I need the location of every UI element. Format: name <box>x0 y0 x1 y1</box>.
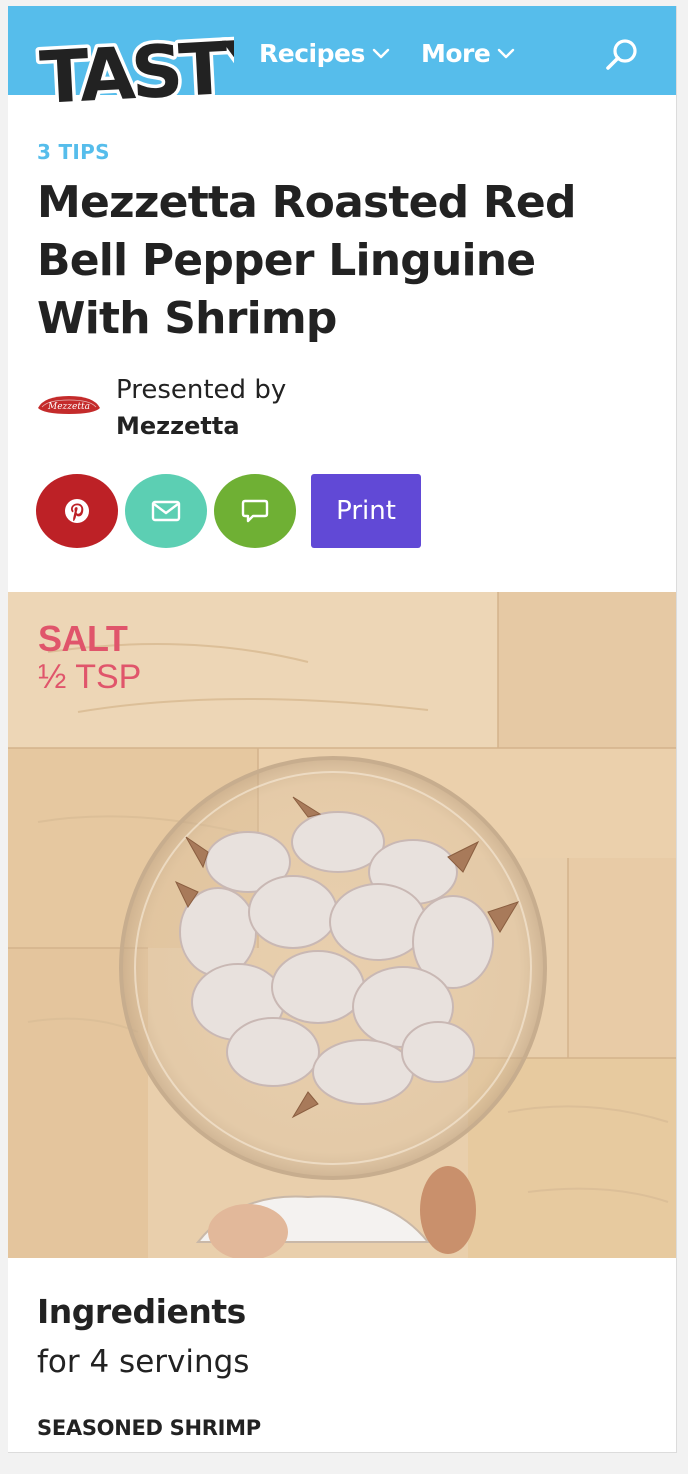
search-icon <box>606 39 637 70</box>
nav-recipes-label: Recipes <box>259 38 365 68</box>
search-button[interactable] <box>602 35 642 75</box>
email-icon <box>151 500 181 522</box>
print-button[interactable]: Print <box>311 474 421 548</box>
nav-more-menu[interactable]: More <box>421 36 516 70</box>
tasty-logo[interactable]: TASTY <box>34 24 234 124</box>
presented-by-label: Presented by <box>116 375 287 405</box>
email-share-button[interactable] <box>125 474 207 548</box>
nav-more-label: More <box>421 38 491 68</box>
sponsor-name: Mezzetta <box>116 412 240 440</box>
page: Recipes More TASTY 3 TIPS Mezzetta Roast… <box>8 6 677 1453</box>
ingredients-heading: Ingredients <box>37 1292 246 1331</box>
servings-label: for 4 servings <box>37 1344 250 1380</box>
svg-text:Mezzetta: Mezzetta <box>47 402 90 412</box>
pinterest-share-button[interactable] <box>36 474 118 548</box>
chevron-down-icon <box>498 48 515 59</box>
chevron-down-icon <box>372 48 390 59</box>
comment-icon <box>241 499 269 523</box>
tips-count-link[interactable]: 3 TIPS <box>37 140 110 164</box>
nav-recipes-menu[interactable]: Recipes <box>259 36 391 70</box>
ingredient-section-title: SEASONED SHRIMP <box>37 1416 261 1440</box>
video-ingredient-quantity: ½ TSP <box>38 658 142 696</box>
recipe-video[interactable]: SALT ½ TSP <box>8 592 676 1258</box>
sponsor-logo[interactable]: Mezzetta <box>36 388 102 420</box>
comment-share-button[interactable] <box>214 474 296 548</box>
video-ingredient-name: SALT <box>38 618 128 659</box>
svg-text:TASTY: TASTY <box>38 24 234 120</box>
pinterest-icon <box>65 499 89 523</box>
recipe-title: Mezzetta Roasted Red Bell Pepper Linguin… <box>37 177 576 344</box>
